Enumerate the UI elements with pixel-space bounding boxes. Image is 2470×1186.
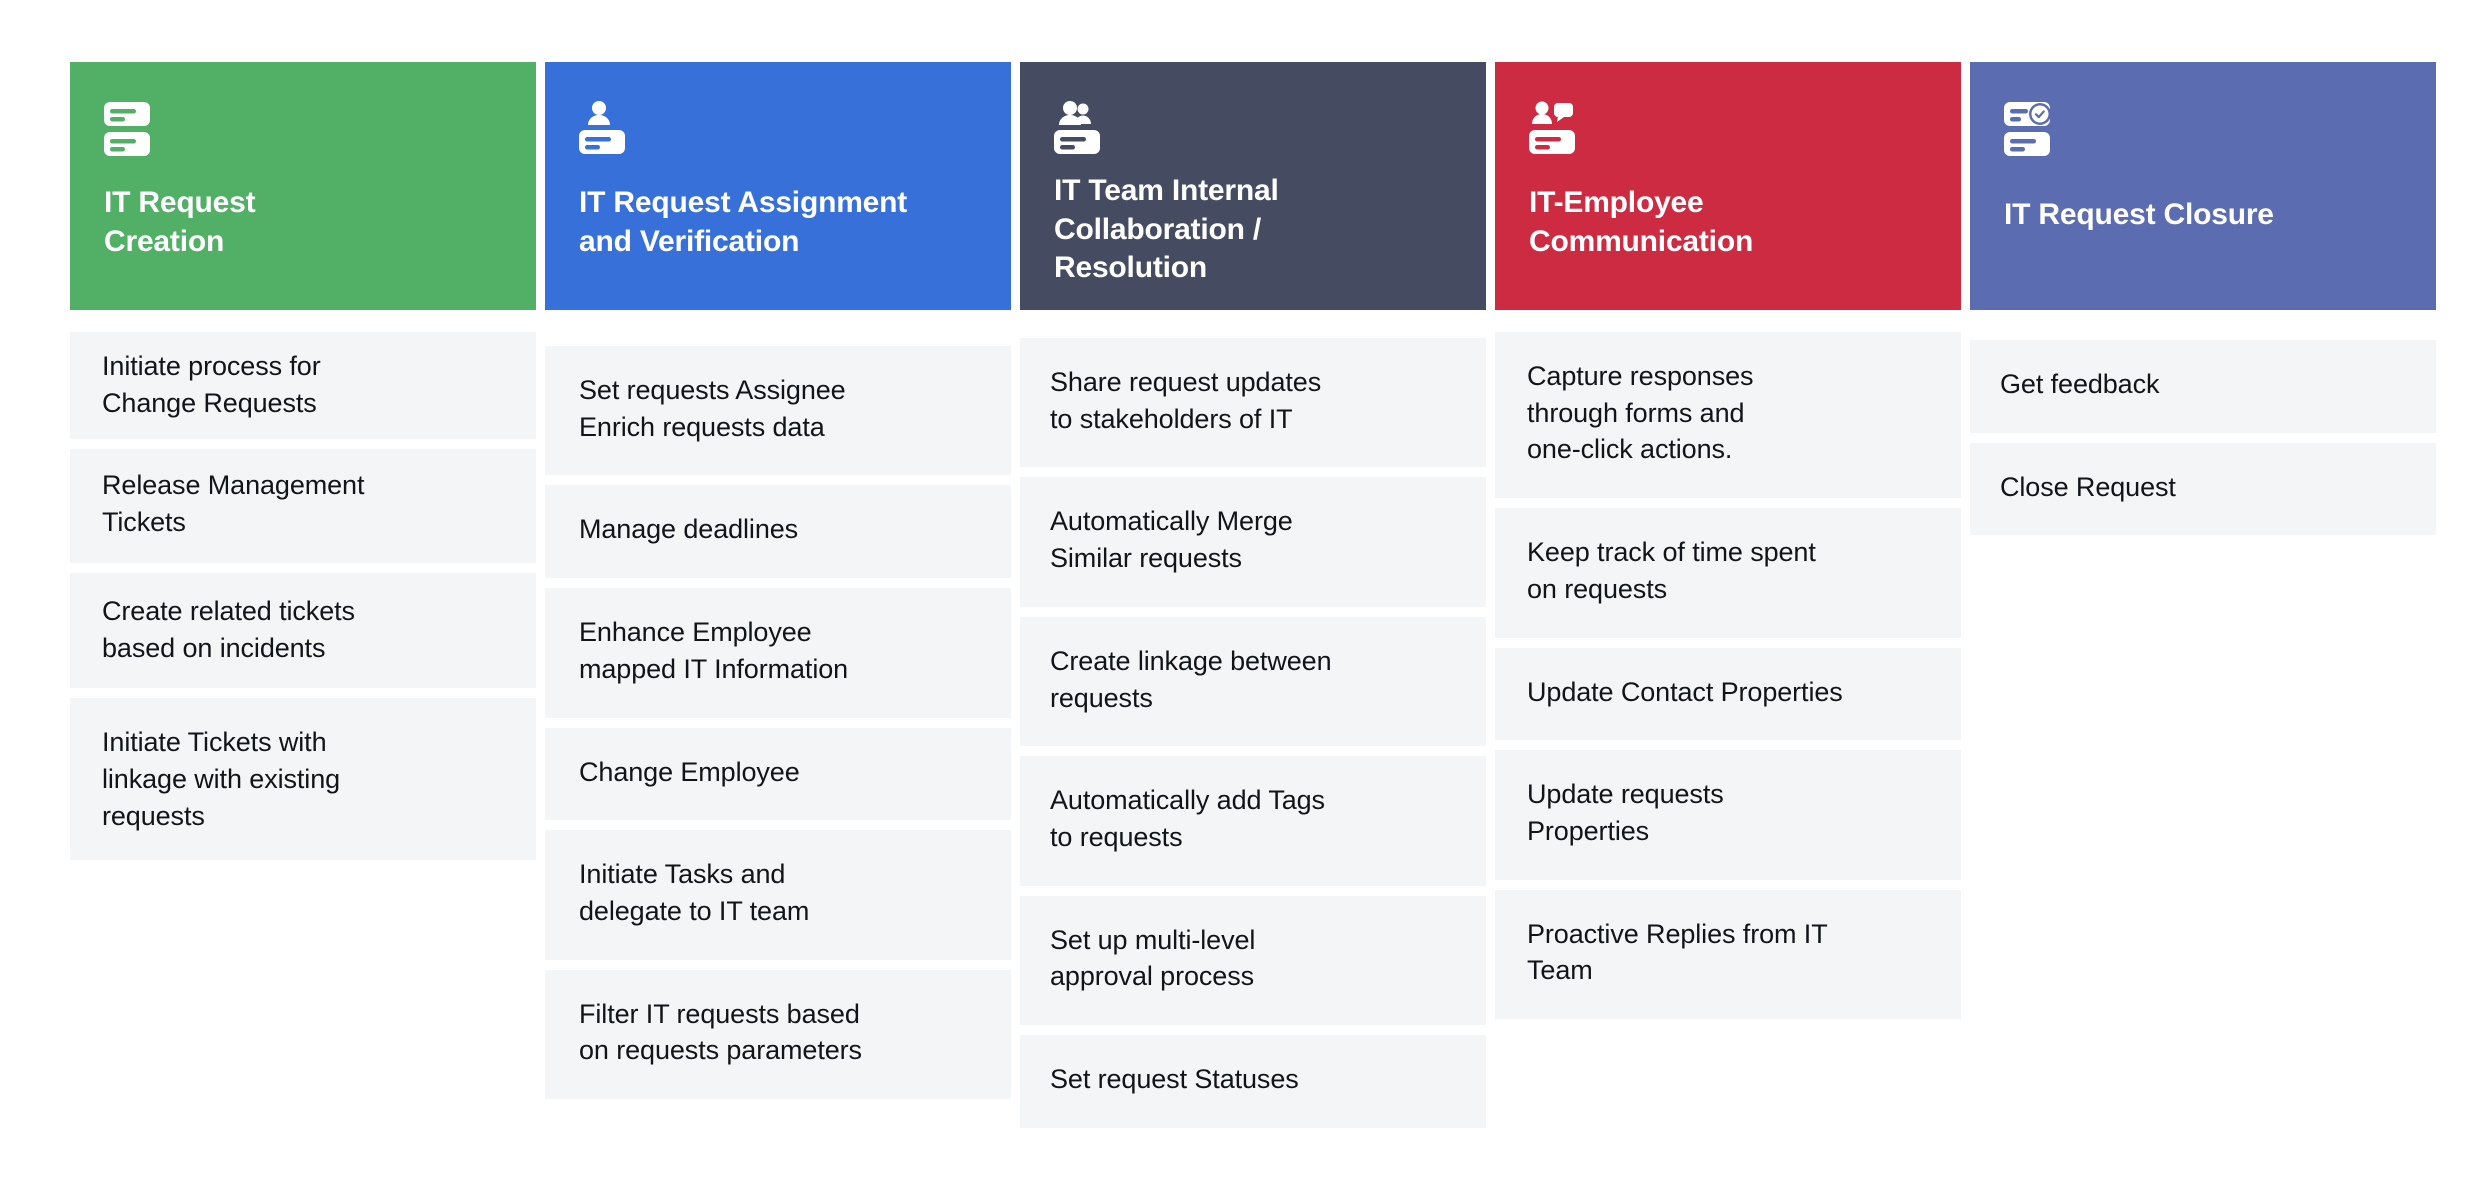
stage-header-it-request-closure: IT Request Closure: [1970, 62, 2436, 310]
stage-item-list: Get feedback Close Request: [1970, 340, 2436, 536]
stage-column-it-employee-communication: IT-Employee Communication Capture respon…: [1495, 62, 1961, 1020]
list-item[interactable]: Share request updates to stakeholders of…: [1020, 338, 1486, 468]
list-item[interactable]: Keep track of time spent on requests: [1495, 508, 1961, 638]
stage-item-list: Set requests Assignee Enrich requests da…: [545, 346, 1011, 1100]
list-item[interactable]: Release Management Tickets: [70, 449, 536, 563]
people-chat-ticket-icon: [1529, 100, 1927, 162]
list-item[interactable]: Automatically add Tags to requests: [1020, 756, 1486, 886]
stage-header-it-employee-communication: IT-Employee Communication: [1495, 62, 1961, 310]
stage-header-it-team-internal-collaboration-resolution: IT Team Internal Collaboration / Resolut…: [1020, 62, 1486, 310]
people-ticket-icon: [1054, 100, 1452, 162]
list-item[interactable]: Close Request: [1970, 442, 2436, 536]
list-item[interactable]: Set requests Assignee Enrich requests da…: [545, 346, 1011, 476]
list-item[interactable]: Proactive Replies from IT Team: [1495, 889, 1961, 1020]
list-item[interactable]: Create linkage between requests: [1020, 616, 1486, 747]
it-service-lifecycle-board: IT Request Creation Initiate process for…: [0, 0, 2470, 1186]
list-item[interactable]: Enhance Employee mapped IT Information: [545, 588, 1011, 718]
list-item[interactable]: Get feedback: [1970, 340, 2436, 433]
list-item[interactable]: Initiate process for Change Requests: [70, 332, 536, 440]
list-item[interactable]: Automatically Merge Similar requests: [1020, 477, 1486, 607]
list-item[interactable]: Change Employee: [545, 727, 1011, 821]
list-item[interactable]: Capture responses through forms and one-…: [1495, 332, 1961, 499]
list-item[interactable]: Update Contact Properties: [1495, 647, 1961, 741]
list-item[interactable]: Initiate Tickets with linkage with exist…: [70, 698, 536, 861]
list-item[interactable]: Set request Statuses: [1020, 1035, 1486, 1128]
list-item[interactable]: Filter IT requests based on requests par…: [545, 969, 1011, 1100]
stage-header-it-request-creation: IT Request Creation: [70, 62, 536, 310]
stage-column-it-team-internal-collaboration-resolution: IT Team Internal Collaboration / Resolut…: [1020, 62, 1486, 1128]
ticket-stack-icon: [104, 100, 502, 162]
stage-title: IT Request Assignment and Verification: [579, 186, 908, 258]
stage-column-it-request-assignment-and-verification: IT Request Assignment and Verification S…: [545, 62, 1011, 1100]
stage-header-it-request-assignment-and-verification: IT Request Assignment and Verification: [545, 62, 1011, 310]
stage-title: IT Request Closure: [2004, 198, 2274, 231]
ticket-check-icon: [2004, 100, 2402, 162]
list-item[interactable]: Update requests Properties: [1495, 750, 1961, 880]
stage-title: IT-Employee Communication: [1529, 186, 1754, 258]
list-item[interactable]: Create related tickets based on incident…: [70, 572, 536, 689]
list-item[interactable]: Initiate Tasks and delegate to IT team: [545, 830, 1011, 960]
stage-item-list: Initiate process for Change Requests Rel…: [70, 332, 536, 861]
stage-title: IT Request Creation: [104, 186, 256, 258]
person-ticket-icon: [579, 100, 977, 162]
stage-title: IT Team Internal Collaboration / Resolut…: [1054, 174, 1279, 285]
list-item[interactable]: Manage deadlines: [545, 485, 1011, 579]
stage-item-list: Share request updates to stakeholders of…: [1020, 338, 1486, 1128]
stage-item-list: Capture responses through forms and one-…: [1495, 332, 1961, 1020]
stage-column-it-request-creation: IT Request Creation Initiate process for…: [70, 62, 536, 861]
stage-column-it-request-closure: IT Request Closure Get feedback Close Re…: [1970, 62, 2436, 536]
list-item[interactable]: Set up multi-level approval process: [1020, 895, 1486, 1026]
